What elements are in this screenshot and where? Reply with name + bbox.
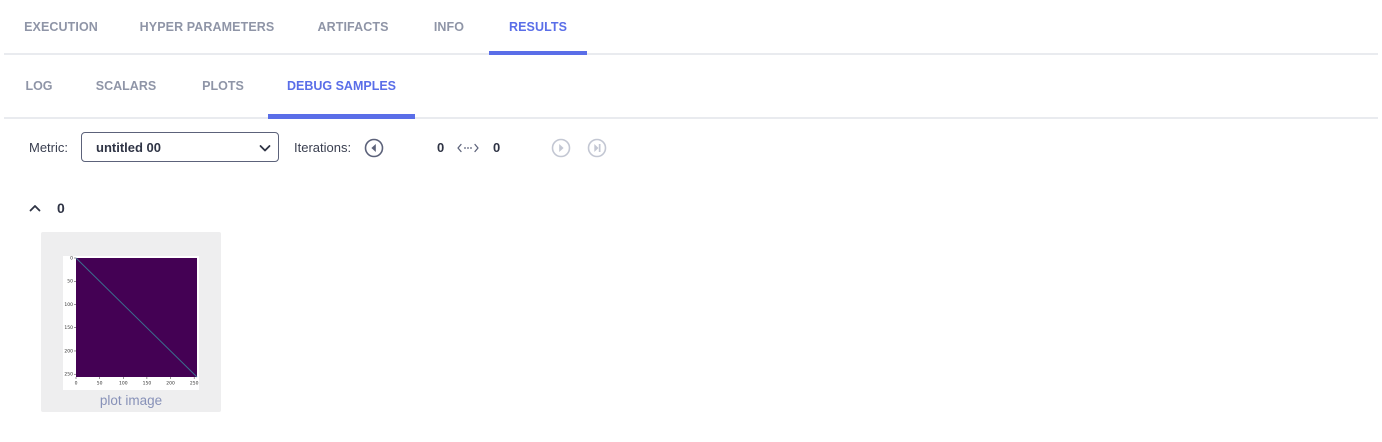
tab-debug-samples[interactable]: DEBUG SAMPLES — [268, 55, 415, 119]
last-iteration-icon[interactable] — [587, 138, 607, 158]
samples-toolbar: Metric: untitled 00 Iterations: 0 0 — [0, 130, 1382, 166]
results-sub-tab-bar: LOG SCALARS PLOTS DEBUG SAMPLES — [4, 55, 1378, 119]
next-iteration-icon[interactable] — [551, 138, 571, 158]
tab-results[interactable]: RESULTS — [489, 0, 587, 55]
y-tick-label: 100 — [64, 302, 73, 308]
iteration-to: 0 — [493, 140, 501, 155]
tab-info[interactable]: INFO — [410, 0, 488, 53]
metric-label: Metric: — [29, 140, 68, 155]
tab-execution[interactable]: EXECUTION — [4, 0, 118, 53]
sample-group-header: 0 — [28, 196, 65, 220]
tab-log[interactable]: LOG — [4, 55, 74, 117]
x-tick-label: 150 — [143, 381, 152, 387]
y-tick-label: 200 — [64, 348, 73, 354]
tab-artifacts[interactable]: ARTIFACTS — [296, 0, 410, 53]
previous-iteration-icon[interactable] — [364, 138, 384, 158]
y-tick-label: 50 — [67, 279, 73, 285]
chevron-down-icon — [259, 145, 271, 152]
range-arrows-icon — [457, 143, 479, 153]
x-tick-label: 50 — [97, 381, 103, 387]
x-tick-label: 0 — [75, 381, 78, 387]
chevron-up-icon[interactable] — [28, 201, 42, 215]
x-tick-label: 200 — [166, 381, 175, 387]
x-tick-label: 250 — [190, 381, 199, 387]
y-tick-label: 0 — [70, 256, 73, 262]
tab-scalars[interactable]: SCALARS — [74, 55, 178, 117]
y-tick-label: 250 — [64, 372, 73, 378]
debug-samples-page: EXECUTION HYPER PARAMETERS ARTIFACTS INF… — [0, 0, 1382, 442]
main-tab-bar: EXECUTION HYPER PARAMETERS ARTIFACTS INF… — [4, 0, 1378, 55]
iterations-label: Iterations: — [294, 140, 352, 155]
metric-select[interactable]: untitled 00 — [81, 132, 279, 162]
iteration-from: 0 — [437, 140, 445, 155]
tab-plots[interactable]: PLOTS — [178, 55, 268, 117]
sample-caption: plot image — [99, 393, 163, 408]
x-tick-label: 100 — [119, 381, 128, 387]
debug-sample-card[interactable]: 0 50 100 150 200 250 0 50 100 150 200 250 plot ima… — [41, 232, 221, 412]
y-tick-label: 150 — [64, 325, 73, 331]
tab-hyper-parameters[interactable]: HYPER PARAMETERS — [118, 0, 296, 53]
group-title: 0 — [57, 200, 65, 216]
plot-thumbnail: 0 50 100 150 200 250 0 50 100 150 200 250 — [63, 256, 199, 390]
metric-select-value: untitled 00 — [96, 139, 162, 155]
